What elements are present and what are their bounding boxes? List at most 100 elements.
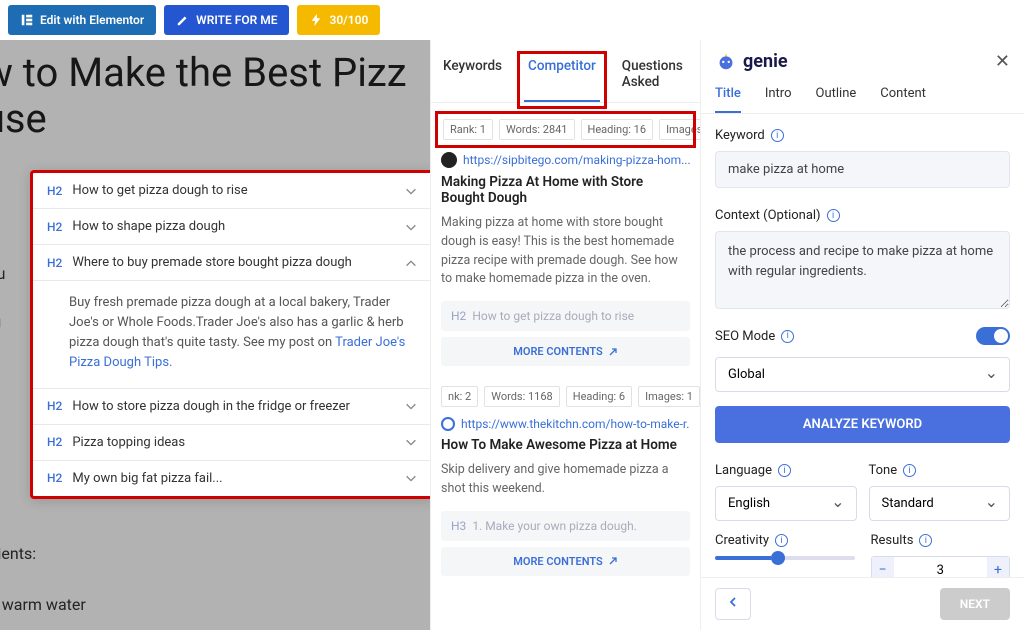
info-icon[interactable]: i <box>919 534 932 547</box>
creativity-label: Creativityi <box>715 533 855 548</box>
outline-popup: H2 How to get pizza dough to rise H2 How… <box>30 170 430 499</box>
outline-label: Pizza topping ideas <box>72 435 404 450</box>
bolt-icon <box>309 13 323 27</box>
context-label: Context (Optional)i <box>715 208 1010 223</box>
outline-label: Where to buy premade store bought pizza … <box>72 255 404 270</box>
stepper-value: 3 <box>894 563 988 578</box>
favicon-icon <box>441 152 457 168</box>
competitor-column: Keywords Competitor Questions Asked Rank… <box>430 40 700 630</box>
stat-heading: Heading: 6 <box>566 386 632 407</box>
prev-button[interactable] <box>715 588 751 620</box>
tab-competitor[interactable]: Competitor <box>524 58 600 102</box>
more-contents-button[interactable]: MORE CONTENTS <box>441 337 690 366</box>
competitor-title: How To Make Awesome Pizza at Home <box>441 437 690 453</box>
stat-words: Words: 2841 <box>499 119 575 140</box>
stat-images: Images: 19 <box>659 119 700 140</box>
info-icon[interactable]: i <box>775 534 788 547</box>
elementor-icon <box>20 13 34 27</box>
competitor-stats: nk: 2 Words: 1168 Heading: 6 Images: 1 <box>441 386 690 407</box>
write-for-me-button[interactable]: WRITE FOR ME <box>164 5 289 35</box>
outline-label: How to store pizza dough in the fridge o… <box>72 399 404 414</box>
write-label: WRITE FOR ME <box>196 13 277 27</box>
h-tag: H2 <box>451 309 466 323</box>
wizard-nav: NEXT <box>701 577 1024 630</box>
stat-rank: nk: 2 <box>441 386 478 407</box>
tab-questions[interactable]: Questions Asked <box>622 58 688 102</box>
competitor-desc: Skip delivery and give homemade pizza a … <box>441 461 690 499</box>
genie-logo: genie <box>715 50 788 72</box>
stat-words: Words: 1168 <box>484 386 560 407</box>
creativity-slider[interactable] <box>715 556 855 560</box>
info-icon[interactable]: i <box>781 330 794 343</box>
outline-label: How to shape pizza dough <box>72 219 404 234</box>
heading-tag: H2 <box>47 399 62 413</box>
heading-tag: H2 <box>47 256 62 270</box>
outline-item-expanded[interactable]: H2 Where to buy premade store bought piz… <box>33 245 430 281</box>
outline-item[interactable]: H2 How to get pizza dough to rise <box>33 173 430 209</box>
genie-header: genie ✕ <box>701 40 1024 78</box>
heading-tag: H2 <box>47 435 62 449</box>
keyword-label: Keywordi <box>715 128 1010 143</box>
genie-icon <box>715 50 737 72</box>
brand-text: genie <box>743 51 788 72</box>
competitor-card-1: Rank: 1 Words: 2841 Heading: 16 Images: … <box>441 117 690 366</box>
favicon-icon <box>441 417 455 431</box>
results-label: Resultsi <box>871 533 1011 548</box>
tab-intro[interactable]: Intro <box>765 86 792 113</box>
more-contents-button[interactable]: MORE CONTENTS <box>441 547 690 576</box>
stat-heading: Heading: 16 <box>581 119 654 140</box>
tab-content[interactable]: Content <box>880 86 926 113</box>
genie-tabs: Title Intro Outline Content <box>701 78 1024 114</box>
outline-item[interactable]: H2 How to store pizza dough in the fridg… <box>33 389 430 425</box>
url-text: https://sipbitego.com/making-pizza-hom..… <box>463 153 690 167</box>
chevron-down-icon <box>404 471 418 485</box>
genie-panel: genie ✕ Title Intro Outline Content Keyw… <box>700 40 1024 630</box>
h-tag: H3 <box>451 519 466 533</box>
competitor-heading-preview: H3 1. Make your own pizza dough. <box>441 511 690 541</box>
external-icon <box>608 556 618 566</box>
close-button[interactable]: ✕ <box>995 51 1010 72</box>
tone-label: Tonei <box>869 463 1011 478</box>
stat-images: Images: 1 <box>638 386 700 407</box>
next-button[interactable]: NEXT <box>940 588 1010 620</box>
credits-label: 30/100 <box>329 13 368 27</box>
competitor-heading-preview: H2How to get pizza dough to rise <box>441 301 690 331</box>
credits-button[interactable]: 30/100 <box>297 5 380 35</box>
outline-item[interactable]: H2 How to shape pizza dough <box>33 209 430 245</box>
chevron-down-icon <box>404 399 418 413</box>
competitor-title: Making Pizza At Home with Store Bought D… <box>441 174 690 206</box>
info-icon[interactable]: i <box>778 464 791 477</box>
outline-item[interactable]: H2 My own big fat pizza fail... <box>33 461 430 496</box>
competitor-card-2: nk: 2 Words: 1168 Heading: 6 Images: 1 h… <box>441 386 690 576</box>
heading-tag: H2 <box>47 184 62 198</box>
tab-title[interactable]: Title <box>715 86 741 113</box>
competitor-url[interactable]: https://sipbitego.com/making-pizza-hom..… <box>441 152 690 168</box>
chevron-down-icon <box>404 435 418 449</box>
seo-mode-label: SEO Modei <box>715 329 794 344</box>
keyword-input[interactable] <box>715 151 1010 188</box>
seo-toggle[interactable] <box>976 327 1010 345</box>
analysis-tabs: Keywords Competitor Questions Asked <box>431 50 700 103</box>
region-select[interactable]: Global <box>715 357 1010 392</box>
language-select[interactable]: English <box>715 486 857 521</box>
pencil-icon <box>176 13 190 27</box>
edit-elementor-button[interactable]: Edit with Elementor <box>8 5 156 35</box>
editor-column: ow to Make the Best Pizz ouse u'r e n ju… <box>0 40 430 630</box>
heading-tag: H2 <box>47 220 62 234</box>
info-icon[interactable]: i <box>771 129 784 142</box>
analyze-button[interactable]: ANALYZE KEYWORD <box>715 406 1010 443</box>
tab-keywords[interactable]: Keywords <box>443 58 502 102</box>
outline-item[interactable]: H2 Pizza topping ideas <box>33 425 430 461</box>
tone-select[interactable]: Standard <box>869 486 1011 521</box>
tab-outline[interactable]: Outline <box>816 86 857 113</box>
context-input[interactable]: the process and recipe to make pizza at … <box>715 231 1010 309</box>
external-icon <box>608 347 618 357</box>
top-toolbar: Edit with Elementor WRITE FOR ME 30/100 <box>0 0 1024 40</box>
h-text: 1. Make your own pizza dough. <box>472 519 637 533</box>
info-icon[interactable]: i <box>827 209 840 222</box>
competitor-url[interactable]: https://www.thekitchn.com/how-to-make-r.… <box>441 417 690 431</box>
info-icon[interactable]: i <box>903 464 916 477</box>
heading-tag: H2 <box>47 471 62 485</box>
language-label: Languagei <box>715 463 857 478</box>
outline-body: Buy fresh premade pizza dough at a local… <box>33 281 430 389</box>
